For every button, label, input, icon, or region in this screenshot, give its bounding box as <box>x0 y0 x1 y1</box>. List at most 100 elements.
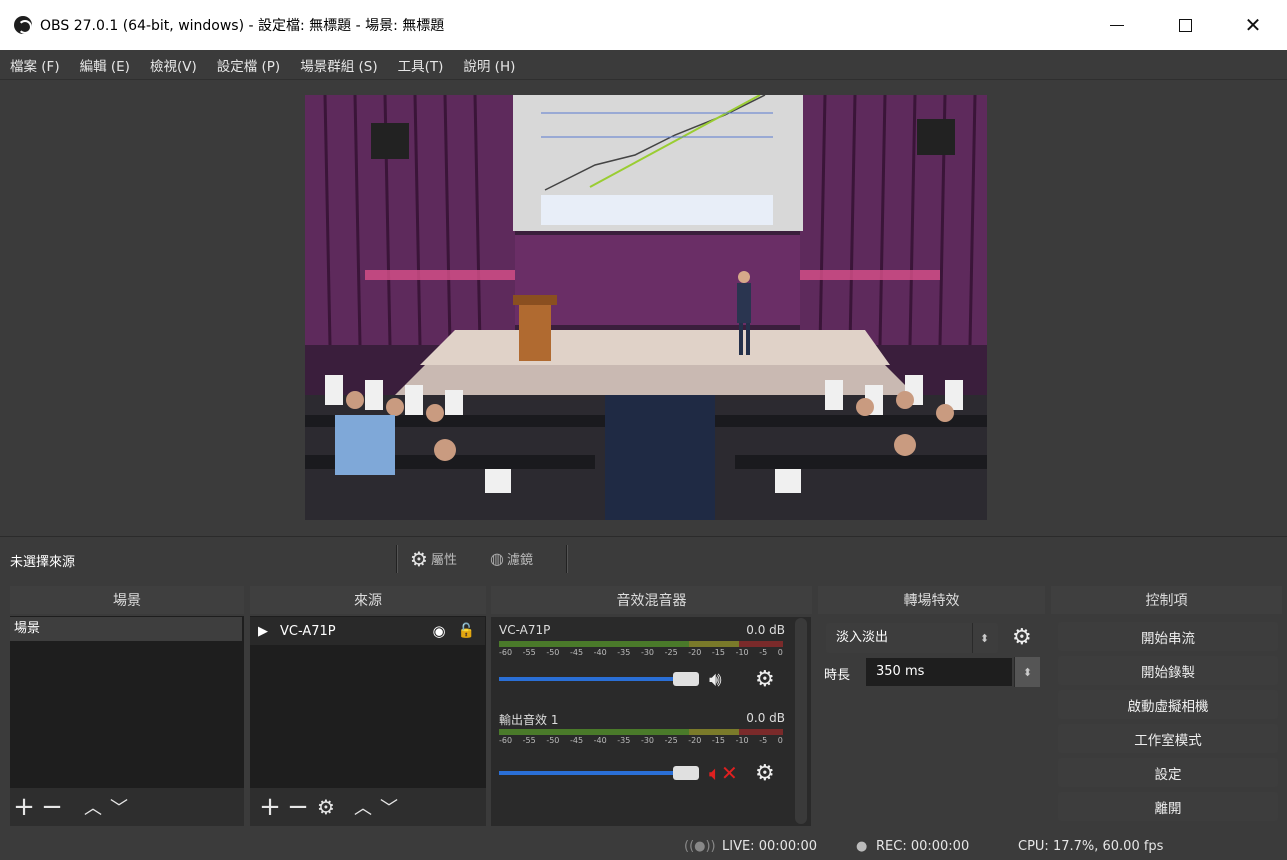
start-streaming-button[interactable]: 開始串流 <box>1058 622 1278 651</box>
transition-select-arrows-icon[interactable]: ⬍ <box>972 623 996 653</box>
menu-scene-collection[interactable]: 場景群組 (S) <box>290 55 387 75</box>
properties-button[interactable]: ⚙ 屬性 <box>410 546 457 571</box>
tick-label: -30 <box>640 736 655 745</box>
duration-label: 時長 <box>824 668 851 683</box>
meter-ticks: -60 -55 -50 -45 -40 -35 -30 -25 -20 -15 -10 -5 0 <box>499 736 783 748</box>
tick-label: -25 <box>664 736 678 745</box>
preview-video[interactable] <box>305 95 987 520</box>
mixer-channel-db: 0.0 dB <box>746 711 785 725</box>
lock-icon[interactable]: 🔓 <box>458 623 475 639</box>
transitions-dock-title: 轉場特效 <box>818 586 1045 614</box>
move-source-up-button[interactable]: ︿ <box>350 794 376 820</box>
tick-label: -60 <box>499 736 513 745</box>
menu-file[interactable]: 檔案 (F) <box>0 55 70 75</box>
conference-hall-image <box>305 95 987 520</box>
menu-view[interactable]: 檢視(V) <box>140 55 207 75</box>
volume-slider-handle[interactable] <box>673 766 699 780</box>
visibility-eye-icon[interactable]: ◉ <box>432 622 445 640</box>
menu-bar: 檔案 (F) 編輯 (E) 檢視(V) 設定檔 (P) 場景群組 (S) 工具(… <box>0 50 1287 80</box>
tick-label: -5 <box>759 648 768 657</box>
volume-slider[interactable] <box>499 771 699 775</box>
tick-label: -30 <box>640 648 655 657</box>
meter-ticks: -60 -55 -50 -45 -40 -35 -30 -25 -20 -15 -10 -5 0 <box>499 648 783 660</box>
context-separator <box>566 545 568 573</box>
live-timer: LIVE: 00:00:00 <box>722 839 818 854</box>
cpu-fps-status: CPU: 17.7%, 60.00 fps <box>1018 839 1164 854</box>
source-properties-button[interactable]: ⚙ <box>312 794 340 820</box>
context-bar: 未選擇來源 ⚙ 屬性 ◍ 濾鏡 <box>0 536 1287 580</box>
menu-profile[interactable]: 設定檔 (P) <box>207 55 290 75</box>
title-bar: OBS 27.0.1 (64-bit, windows) - 設定檔: 無標題 … <box>0 0 1287 50</box>
menu-tools[interactable]: 工具(T) <box>388 55 454 75</box>
tick-label: -15 <box>711 736 725 745</box>
tick-label: -35 <box>617 648 631 657</box>
filters-button[interactable]: ◍ 濾鏡 <box>490 549 533 568</box>
scenes-list[interactable] <box>10 616 244 788</box>
audio-mixer: VC-A71P 0.0 dB -60 -55 -50 -45 -40 -35 -30 -25-… <box>491 617 811 826</box>
start-recording-button[interactable]: 開始錄製 <box>1058 656 1278 685</box>
volume-slider[interactable] <box>499 677 699 681</box>
transition-settings-gear-icon[interactable]: ⚙ <box>1012 627 1032 649</box>
menu-edit[interactable]: 編輯 (E) <box>70 55 140 75</box>
mixer-channel-name: 輸出音效 1 <box>499 713 559 727</box>
volume-meter <box>499 729 783 735</box>
channel-settings-gear-icon[interactable]: ⚙ <box>755 669 775 691</box>
maximize-button[interactable] <box>1151 0 1219 50</box>
tick-label: -20 <box>688 736 702 745</box>
remove-source-button[interactable]: − <box>284 794 312 820</box>
menu-help[interactable]: 說明 (H) <box>453 55 525 75</box>
controls-dock-title: 控制項 <box>1051 586 1282 614</box>
duration-input[interactable]: 350 ms <box>866 658 1012 686</box>
muted-speaker-icon[interactable]: 🔈︎✕ <box>709 761 738 785</box>
studio-mode-button[interactable]: 工作室模式 <box>1058 724 1278 753</box>
mixer-channel-name: VC-A71P <box>499 623 551 637</box>
tick-label: -60 <box>499 648 513 657</box>
source-item[interactable]: ▶ VC-A71P ◉ 🔓 <box>250 617 485 645</box>
exit-button[interactable]: 離開 <box>1058 792 1278 821</box>
tick-label: -40 <box>593 648 607 657</box>
tick-label: -25 <box>664 648 678 657</box>
sources-toolbar: + − ⚙ ︿ ﹀ <box>250 788 486 826</box>
tick-label: -50 <box>546 736 560 745</box>
volume-meter <box>499 641 783 647</box>
move-scene-up-button[interactable]: ︿ <box>80 794 106 820</box>
gear-icon: ⚙ <box>410 546 428 571</box>
tick-label: -55 <box>522 648 536 657</box>
window-title: OBS 27.0.1 (64-bit, windows) - 設定檔: 無標題 … <box>40 18 445 34</box>
properties-label: 屬性 <box>430 553 457 568</box>
mixer-scrollbar[interactable] <box>795 618 807 824</box>
tick-label: -50 <box>546 648 560 657</box>
tick-label: 0 <box>777 648 783 657</box>
mixer-dock-title: 音效混音器 <box>491 586 812 614</box>
move-source-down-button[interactable]: ﹀ <box>376 794 402 820</box>
speaker-icon[interactable]: 🔊︎ <box>709 667 722 691</box>
start-virtual-camera-button[interactable]: 啟動虛擬相機 <box>1058 690 1278 719</box>
volume-slider-handle[interactable] <box>673 672 699 686</box>
scene-item[interactable]: 場景 <box>10 617 242 641</box>
tick-label: -35 <box>617 736 631 745</box>
add-scene-button[interactable]: + <box>10 794 38 820</box>
tick-label: -10 <box>735 736 749 745</box>
tick-label: -20 <box>688 648 702 657</box>
move-scene-down-button[interactable]: ﹀ <box>106 794 132 820</box>
rec-dot-icon: ● <box>856 839 868 854</box>
preview-area <box>0 81 1287 536</box>
tick-label: -40 <box>593 736 607 745</box>
rec-timer: REC: 00:00:00 <box>876 839 970 854</box>
mixer-channel-db: 0.0 dB <box>746 623 785 637</box>
tick-label: 0 <box>777 736 783 745</box>
window-controls: ✕ <box>1083 0 1287 50</box>
source-name: VC-A71P <box>280 623 336 639</box>
channel-settings-gear-icon[interactable]: ⚙ <box>755 763 775 785</box>
settings-button[interactable]: 設定 <box>1058 758 1278 787</box>
remove-scene-button[interactable]: − <box>38 794 66 820</box>
add-source-button[interactable]: + <box>256 794 284 820</box>
duration-spin-arrows-icon[interactable]: ⬍ <box>1014 657 1040 687</box>
close-button[interactable]: ✕ <box>1219 0 1287 50</box>
no-source-selected-label: 未選擇來源 <box>10 555 76 570</box>
filters-label: 濾鏡 <box>506 553 533 568</box>
minimize-button[interactable] <box>1083 0 1151 50</box>
tick-label: -45 <box>569 648 584 657</box>
scenes-toolbar: + − ︿ ﹀ <box>10 788 244 826</box>
close-icon: ✕ <box>1244 13 1262 37</box>
